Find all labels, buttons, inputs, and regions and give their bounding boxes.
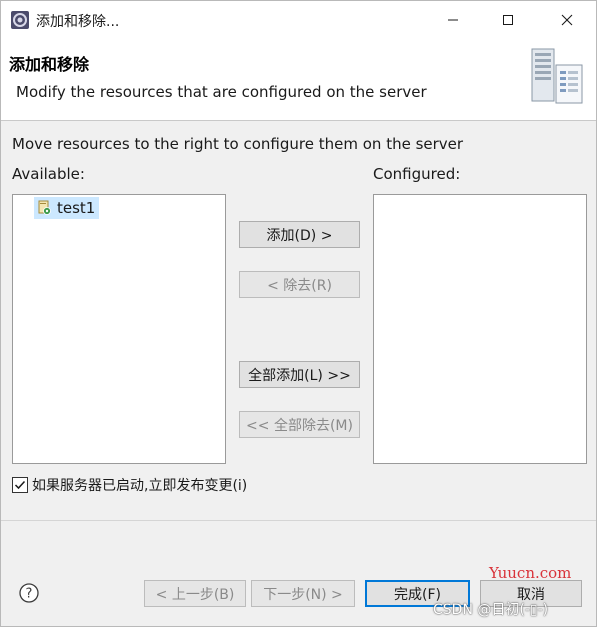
server-image-icon [531, 48, 583, 104]
add-all-button[interactable]: 全部添加(L) >> [239, 361, 360, 388]
list-item[interactable]: test1 [34, 197, 100, 219]
remove-button[interactable]: < 除去(R) [239, 271, 360, 298]
maximize-icon [503, 15, 513, 25]
available-list[interactable]: test1 [12, 194, 226, 464]
close-button[interactable] [553, 7, 581, 33]
title-bar: 添加和移除... [1, 1, 596, 39]
back-button[interactable]: < 上一步(B) [144, 580, 246, 607]
publish-immediately-label: 如果服务器已启动,立即发布变更(i) [32, 478, 248, 494]
publish-immediately-checkbox[interactable] [12, 477, 28, 493]
available-label: Available: [12, 165, 85, 183]
remove-all-button[interactable]: << 全部除去(M) [239, 411, 360, 438]
banner-title: 添加和移除 [9, 55, 90, 74]
banner-description: Modify the resources that are configured… [16, 83, 427, 101]
svg-text:?: ? [26, 587, 33, 602]
configured-label: Configured: [373, 165, 461, 183]
footer-divider [1, 520, 596, 521]
csdn-watermark: CSDN @日初(-▯-) [433, 602, 549, 618]
window-title: 添加和移除... [36, 14, 120, 30]
minimize-icon [448, 19, 458, 21]
instruction-text: Move resources to the right to configure… [12, 135, 464, 153]
add-button[interactable]: 添加(D) > [239, 221, 360, 248]
eclipse-app-icon [11, 11, 29, 29]
wizard-banner: 添加和移除 Modify the resources that are conf… [1, 39, 596, 121]
minimize-button[interactable] [439, 7, 467, 33]
configured-list[interactable] [373, 194, 587, 464]
maximize-button[interactable] [494, 7, 522, 33]
brand-watermark: Yuucn.com [489, 564, 572, 582]
project-icon [38, 200, 51, 215]
add-remove-dialog: 添加和移除... 添加和移除 Modify the resources that… [0, 0, 597, 627]
close-icon [561, 14, 573, 26]
checkmark-icon [14, 480, 26, 490]
next-button[interactable]: 下一步(N) > [251, 580, 355, 607]
help-icon[interactable]: ? [19, 583, 39, 603]
list-item-label: test1 [57, 199, 96, 217]
publish-immediately-option[interactable]: 如果服务器已启动,立即发布变更(i) [12, 475, 247, 495]
